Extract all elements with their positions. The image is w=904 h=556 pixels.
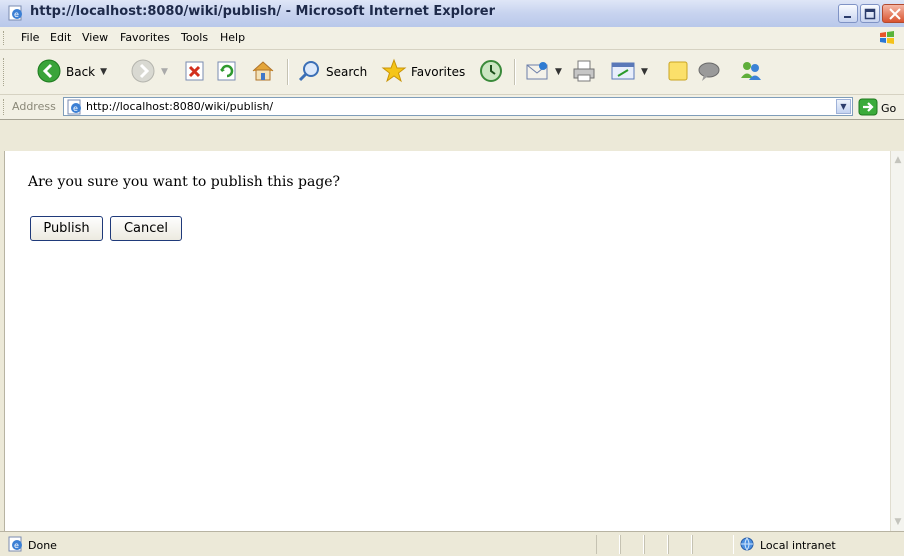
mail-icon xyxy=(524,58,550,87)
maximize-button[interactable] xyxy=(860,4,880,23)
publish-button[interactable]: Publish xyxy=(30,216,103,241)
back-button[interactable]: Back ▼ xyxy=(36,56,107,88)
favorites-label: Favorites xyxy=(411,65,466,79)
security-zone[interactable]: Local intranet xyxy=(738,536,836,555)
menu-favorites[interactable]: Favorites xyxy=(120,31,170,44)
menu-tools[interactable]: Tools xyxy=(181,31,208,44)
zone-label: Local intranet xyxy=(760,539,836,552)
menu-view[interactable]: View xyxy=(82,31,108,44)
address-dropdown-icon[interactable]: ▼ xyxy=(836,99,851,114)
messenger-button[interactable] xyxy=(696,56,722,88)
forward-dropdown-icon[interactable]: ▼ xyxy=(161,67,168,77)
windows-logo-icon xyxy=(878,29,896,47)
back-dropdown-icon[interactable]: ▼ xyxy=(100,67,107,77)
stop-icon xyxy=(184,60,206,85)
history-icon xyxy=(478,58,504,87)
mail-dropdown-icon[interactable]: ▼ xyxy=(555,67,562,77)
forward-button[interactable]: ▼ xyxy=(130,56,168,88)
status-text: Done xyxy=(28,539,57,552)
window-title: http://localhost:8080/wiki/publish/ - Mi… xyxy=(30,4,496,19)
page-icon: e xyxy=(67,99,83,118)
go-arrow-icon xyxy=(858,98,878,119)
edit-dropdown-icon[interactable]: ▼ xyxy=(641,67,648,77)
publish-question: Are you sure you want to publish this pa… xyxy=(28,174,341,190)
edit-button[interactable]: ▼ xyxy=(610,56,648,88)
search-icon xyxy=(298,59,322,86)
menu-bar: File Edit View Favorites Tools Help xyxy=(0,27,904,50)
page-content xyxy=(4,151,891,531)
close-button[interactable] xyxy=(882,4,904,23)
refresh-button[interactable] xyxy=(216,56,238,88)
intranet-globe-icon xyxy=(738,536,756,555)
printer-icon xyxy=(571,58,597,87)
browser-window: e http://localhost:8080/wiki/publish/ - … xyxy=(0,0,904,556)
minimize-button[interactable] xyxy=(838,4,858,23)
address-input[interactable]: e http://localhost:8080/wiki/publish/ ▼ xyxy=(63,97,853,116)
menubar-grip[interactable] xyxy=(3,31,7,45)
back-arrow-icon xyxy=(36,58,62,87)
home-icon xyxy=(250,58,276,87)
status-pane xyxy=(620,535,644,554)
menu-file[interactable]: File xyxy=(21,31,39,44)
search-label: Search xyxy=(326,65,368,79)
addressbar-grip[interactable] xyxy=(3,99,7,115)
print-button[interactable] xyxy=(571,56,597,88)
svg-text:e: e xyxy=(14,10,19,19)
address-bar: Address e http://localhost:8080/wiki/pub… xyxy=(0,95,904,120)
discuss-button[interactable] xyxy=(666,56,690,88)
scroll-down-icon[interactable]: ▼ xyxy=(892,515,904,529)
status-done: e Done xyxy=(8,536,57,555)
status-pane xyxy=(692,535,734,554)
cancel-button[interactable]: Cancel xyxy=(110,216,182,241)
mail-button[interactable]: ▼ xyxy=(524,56,562,88)
research-button[interactable] xyxy=(738,56,764,88)
toolbar-separator xyxy=(287,59,289,85)
vertical-scrollbar[interactable]: ▲ ▼ xyxy=(890,151,904,531)
users-icon xyxy=(738,58,764,87)
status-bar: e Done Local intranet xyxy=(0,531,904,556)
favorites-star-icon xyxy=(381,58,407,87)
status-pane xyxy=(644,535,668,554)
history-button[interactable] xyxy=(478,56,504,88)
ie-page-icon: e xyxy=(8,536,24,555)
ie-page-icon: e xyxy=(8,5,24,21)
standard-toolbar: Back ▼ ▼ Search Favorites ▼ ▼ xyxy=(0,50,904,95)
scroll-up-icon[interactable]: ▲ xyxy=(892,153,904,167)
menu-edit[interactable]: Edit xyxy=(50,31,71,44)
svg-text:e: e xyxy=(14,541,19,550)
note-icon xyxy=(666,59,690,86)
menu-help[interactable]: Help xyxy=(220,31,245,44)
go-button[interactable]: Go xyxy=(858,98,896,119)
go-label: Go xyxy=(881,102,897,115)
svg-text:e: e xyxy=(73,104,78,113)
address-label: Address xyxy=(12,100,56,113)
refresh-icon xyxy=(216,60,238,85)
edit-page-icon xyxy=(610,58,636,87)
home-button[interactable] xyxy=(250,56,276,88)
back-label: Back xyxy=(66,65,96,79)
toolbar-separator xyxy=(514,59,516,85)
status-pane xyxy=(596,535,620,554)
search-button[interactable]: Search xyxy=(298,56,367,88)
stop-button[interactable] xyxy=(184,56,206,88)
toolbar-grip[interactable] xyxy=(3,58,7,86)
favorites-button[interactable]: Favorites xyxy=(381,56,465,88)
chat-bubble-icon xyxy=(696,58,722,87)
title-bar[interactable]: e http://localhost:8080/wiki/publish/ - … xyxy=(0,0,904,28)
address-url: http://localhost:8080/wiki/publish/ xyxy=(86,100,274,113)
status-pane xyxy=(668,535,692,554)
forward-arrow-icon xyxy=(130,58,156,87)
